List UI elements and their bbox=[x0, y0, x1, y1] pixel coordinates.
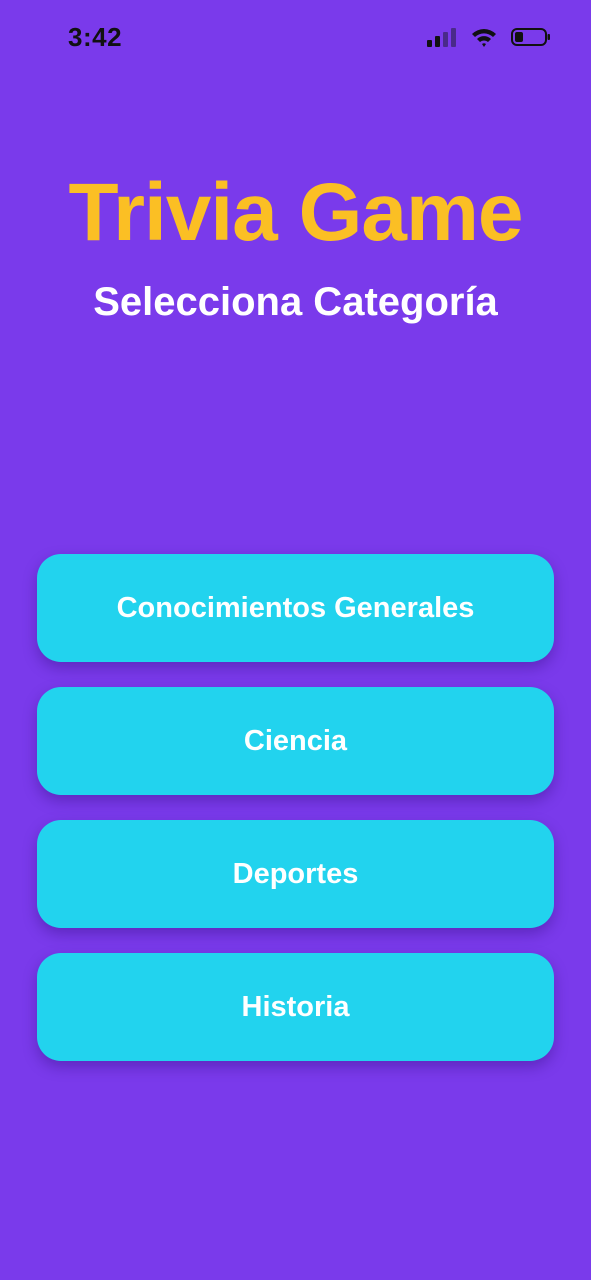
category-button-historia[interactable]: Historia bbox=[37, 953, 554, 1061]
wifi-icon bbox=[471, 27, 497, 52]
app-title: Trivia Game bbox=[68, 167, 524, 258]
category-button-ciencia[interactable]: Ciencia bbox=[37, 687, 554, 795]
status-time: 3:42 bbox=[68, 22, 123, 52]
status-icons bbox=[427, 26, 551, 52]
battery-icon bbox=[511, 27, 551, 52]
category-button-deportes[interactable]: Deportes bbox=[37, 820, 554, 928]
page-subtitle: Selecciona Categoría bbox=[93, 280, 498, 324]
category-label: Deportes bbox=[232, 857, 359, 890]
category-button-conocimientos-generales[interactable]: Conocimientos Generales bbox=[37, 554, 554, 662]
category-label: Conocimientos Generales bbox=[116, 591, 475, 624]
category-list: Conocimientos Generales Ciencia Deportes… bbox=[37, 554, 554, 1061]
category-label: Ciencia bbox=[243, 724, 348, 757]
cellular-signal-icon bbox=[427, 27, 457, 52]
category-label: Historia bbox=[241, 990, 350, 1023]
status-bar: 3:42 bbox=[0, 0, 591, 80]
